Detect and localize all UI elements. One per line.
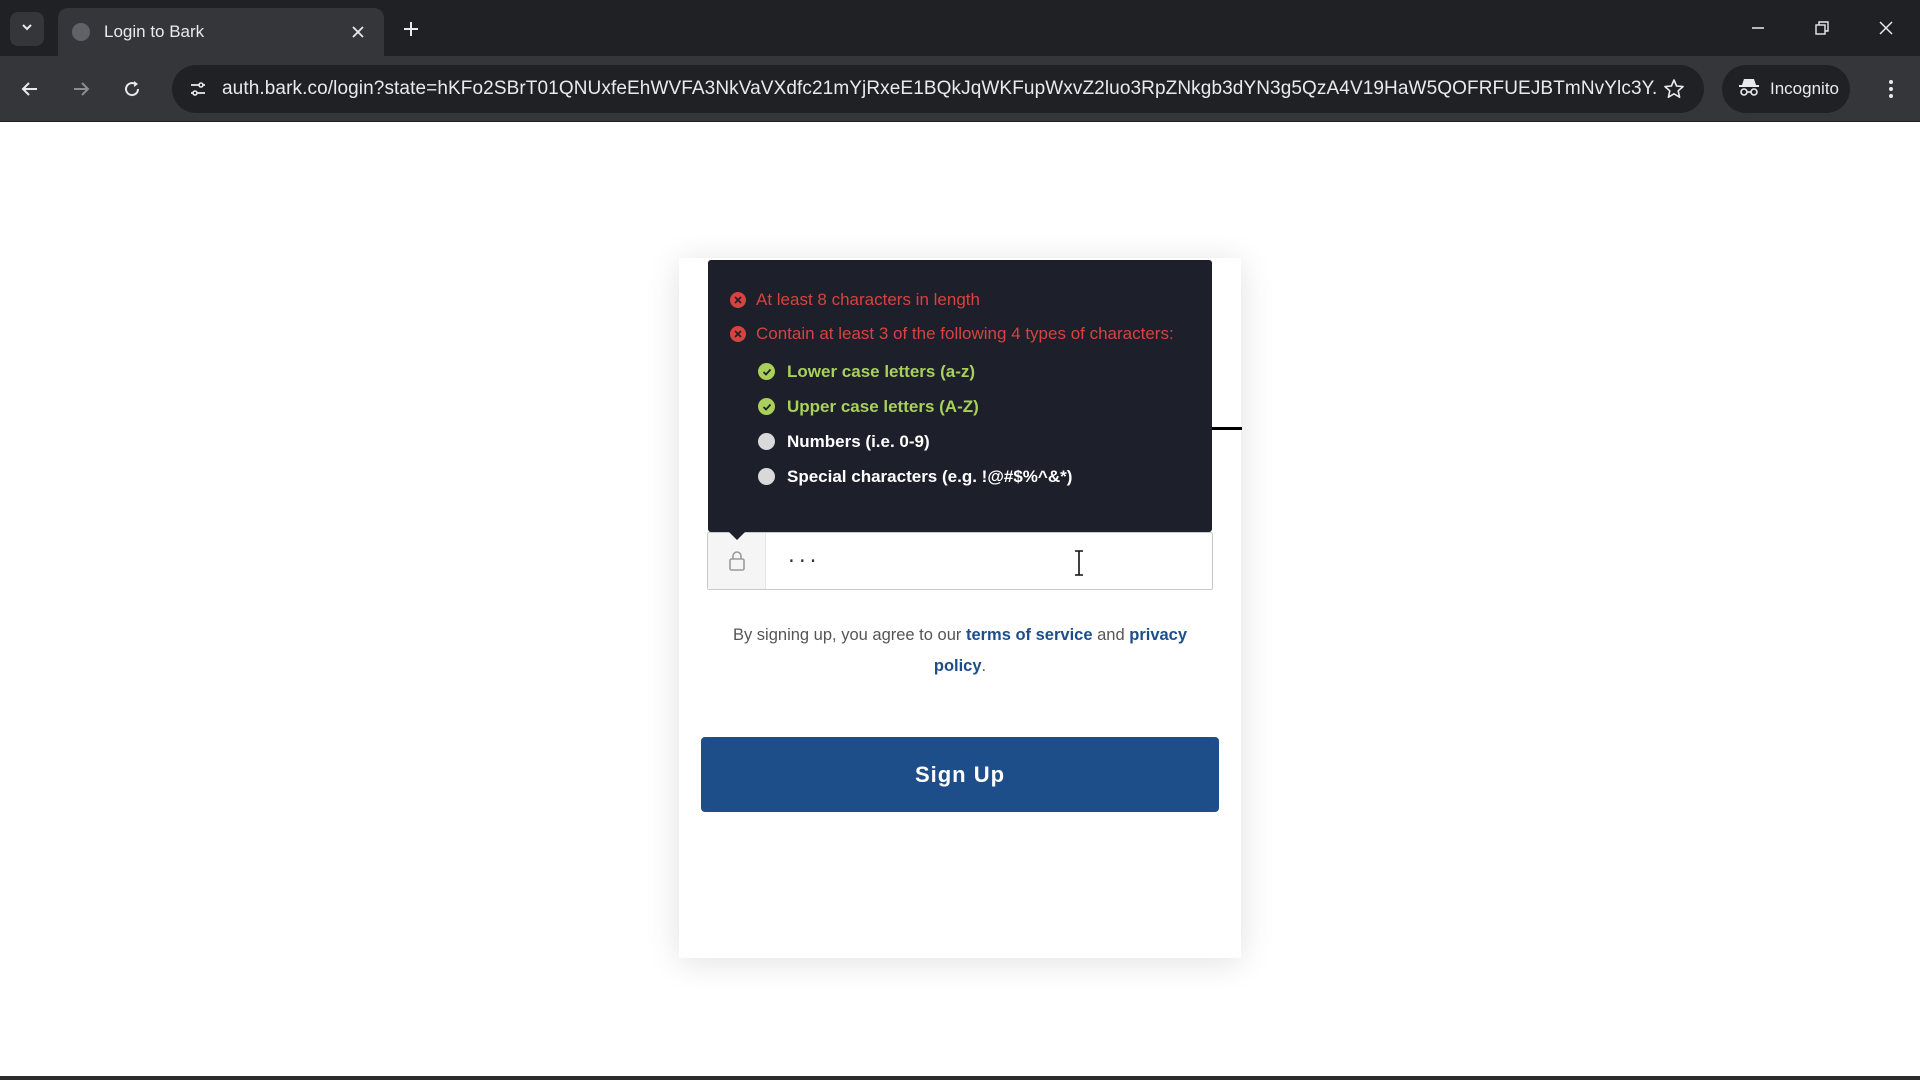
new-tab-button[interactable] [396, 14, 426, 44]
arrow-right-icon [74, 82, 90, 96]
legal-prefix: By signing up, you agree to our [732, 626, 966, 644]
plus-icon [404, 22, 418, 36]
tab-search-button[interactable] [10, 12, 44, 46]
rule-text: Lower case letters (a-z) [787, 361, 976, 381]
legal-notice: By signing up, you agree to our terms of… [708, 620, 1212, 682]
browser-toolbar: auth.bark.co/login?state=hKFo2SBrT01QNUx… [0, 56, 1920, 122]
address-bar[interactable]: auth.bark.co/login?state=hKFo2SBrT01QNUx… [172, 65, 1704, 113]
password-requirements-tooltip: At least 8 characters in length Contain … [708, 260, 1212, 532]
rule-lowercase: Lower case letters (a-z) [758, 354, 1190, 389]
browser-tab[interactable]: Login to Bark [58, 8, 384, 56]
minimize-button[interactable] [1738, 8, 1778, 48]
password-input[interactable] [766, 533, 1212, 589]
globe-icon [72, 23, 90, 41]
sign-up-button[interactable]: Sign Up [701, 737, 1219, 812]
rule-text: Numbers (i.e. 0-9) [787, 431, 930, 451]
check-icon [758, 363, 775, 380]
tab-close-button[interactable] [346, 20, 370, 44]
bookmark-star-icon[interactable] [1656, 71, 1692, 107]
close-icon [352, 26, 364, 38]
restore-icon [1815, 21, 1829, 35]
url-text[interactable]: auth.bark.co/login?state=hKFo2SBrT01QNUx… [222, 78, 1656, 100]
tab-strip: Login to Bark [0, 0, 1920, 56]
back-button[interactable] [11, 70, 49, 108]
rule-length: At least 8 characters in length [730, 286, 1190, 314]
pending-dot-icon [758, 433, 775, 450]
tooltip-arrow [727, 530, 747, 540]
rule-text: Special characters (e.g. !@#$%^&*) [787, 466, 1073, 486]
rule-text: Upper case letters (A-Z) [787, 396, 979, 416]
forward-button[interactable] [62, 70, 100, 108]
reload-icon [125, 81, 140, 97]
rule-character-types: Contain at least 3 of the following 4 ty… [730, 320, 1190, 348]
rule-text: Contain at least 3 of the following 4 ty… [756, 324, 1174, 343]
check-icon [758, 398, 775, 415]
error-x-icon [730, 292, 746, 308]
close-icon [1879, 21, 1893, 35]
tab-title: Login to Bark [104, 22, 205, 41]
site-settings-icon[interactable] [182, 73, 214, 105]
incognito-label: Incognito [1770, 79, 1839, 98]
close-window-button[interactable] [1866, 8, 1906, 48]
character-type-list: Lower case letters (a-z) Upper case lett… [758, 354, 1190, 494]
minimize-icon [1752, 27, 1764, 29]
rule-special-characters: Special characters (e.g. !@#$%^&*) [758, 459, 1190, 494]
lock-icon [708, 533, 766, 589]
pending-dot-icon [758, 468, 775, 485]
terms-of-service-link[interactable]: terms of service [966, 626, 1093, 644]
password-field[interactable] [707, 532, 1213, 590]
error-x-icon [730, 326, 746, 342]
reload-button[interactable] [113, 70, 151, 108]
restore-button[interactable] [1802, 8, 1842, 48]
more-vertical-icon [1889, 80, 1893, 98]
legal-suffix: . [981, 657, 987, 675]
incognito-indicator[interactable]: Incognito [1722, 65, 1850, 113]
rule-numbers: Numbers (i.e. 0-9) [758, 424, 1190, 459]
rule-text: At least 8 characters in length [756, 290, 980, 309]
browser-menu-button[interactable] [1872, 70, 1910, 108]
text-cursor-icon [1072, 550, 1086, 576]
incognito-icon [1738, 77, 1760, 102]
page-bottom-edge [0, 1076, 1920, 1080]
divider [1210, 427, 1242, 430]
chevron-down-icon [20, 20, 34, 39]
arrow-left-icon [21, 82, 37, 96]
rule-uppercase: Upper case letters (A-Z) [758, 389, 1190, 424]
legal-middle: and [1092, 626, 1130, 644]
